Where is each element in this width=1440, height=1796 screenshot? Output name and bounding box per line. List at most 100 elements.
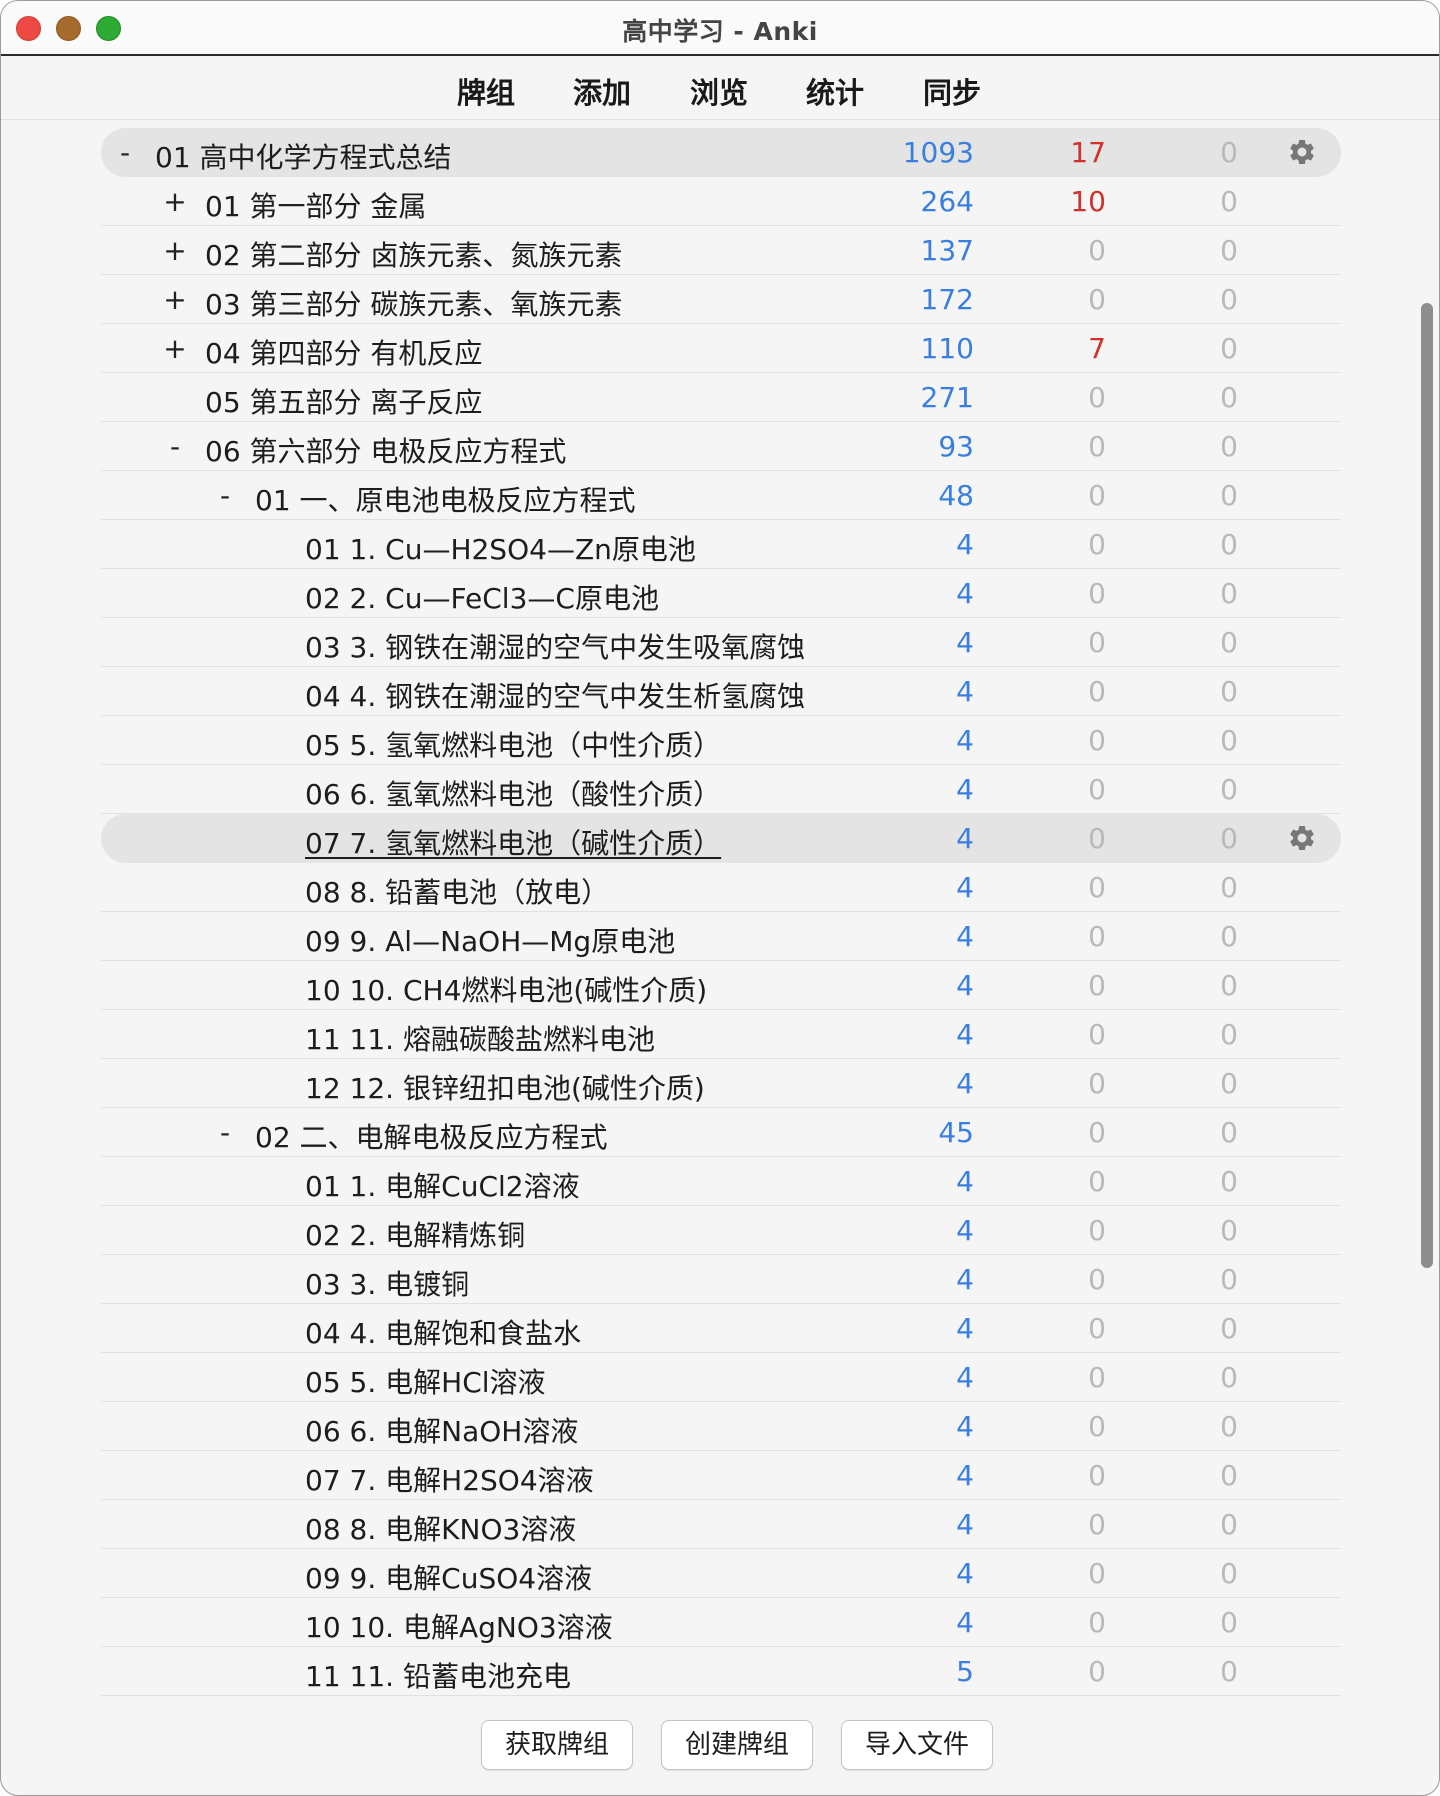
- deck-row[interactable]: 11 11. 铅蓄电池充电 5 0 0: [101, 1647, 1341, 1696]
- deck-row[interactable]: 05 5. 电解HCl溶液 4 0 0: [101, 1353, 1341, 1402]
- deck-name-link[interactable]: 08 8. 铅蓄电池（放电）: [305, 871, 609, 911]
- deck-row[interactable]: -02 二、电解电极反应方程式 45 0 0: [101, 1108, 1341, 1157]
- deck-row[interactable]: 03 3. 钢铁在潮湿的空气中发生吸氧腐蚀 4 0 0: [101, 618, 1341, 667]
- deck-row[interactable]: 04 4. 电解饱和食盐水 4 0 0: [101, 1304, 1341, 1353]
- deck-row[interactable]: 06 6. 电解NaOH溶液 4 0 0: [101, 1402, 1341, 1451]
- deck-expander[interactable]: +: [163, 185, 187, 218]
- deck-row[interactable]: 08 8. 电解KNO3溶液 4 0 0: [101, 1500, 1341, 1549]
- deck-row[interactable]: -01 一、原电池电极反应方程式 48 0 0: [101, 471, 1341, 520]
- deck-review-count: 0: [1220, 185, 1238, 218]
- deck-name-link[interactable]: 04 4. 钢铁在潮湿的空气中发生析氢腐蚀: [305, 675, 805, 715]
- gear-icon[interactable]: [1287, 823, 1317, 853]
- deck-name-link[interactable]: 01 1. 电解CuCl2溶液: [305, 1165, 580, 1205]
- deck-row[interactable]: 01 1. Cu—H2SO4—Zn原电池 4 0 0: [101, 520, 1341, 569]
- deck-review-count: 0: [1220, 1557, 1238, 1590]
- deck-expander[interactable]: -: [213, 479, 237, 512]
- deck-row[interactable]: 08 8. 铅蓄电池（放电） 4 0 0: [101, 863, 1341, 912]
- deck-row[interactable]: 01 1. 电解CuCl2溶液 4 0 0: [101, 1157, 1341, 1206]
- create-deck-button[interactable]: 创建牌组: [661, 1720, 813, 1770]
- deck-row[interactable]: 03 3. 电镀铜 4 0 0: [101, 1255, 1341, 1304]
- deck-row[interactable]: +01 第一部分 金属 264 10 0: [101, 177, 1341, 226]
- deck-review-count: 0: [1220, 626, 1238, 659]
- deck-name-link[interactable]: 09 9. Al—NaOH—Mg原电池: [305, 920, 675, 960]
- deck-name-link[interactable]: 03 3. 电镀铜: [305, 1263, 469, 1303]
- get-shared-decks-button[interactable]: 获取牌组: [481, 1720, 633, 1770]
- deck-new-count: 4: [956, 1557, 974, 1590]
- deck-name-link[interactable]: 08 8. 电解KNO3溶液: [305, 1508, 576, 1548]
- deck-name-link[interactable]: 02 第二部分 卤族元素、氮族元素: [205, 234, 622, 274]
- deck-review-count: 0: [1220, 430, 1238, 463]
- deck-row[interactable]: -06 第六部分 电极反应方程式 93 0 0: [101, 422, 1341, 471]
- gear-icon[interactable]: [1287, 137, 1317, 167]
- deck-row[interactable]: 05 5. 氢氧燃料电池（中性介质） 4 0 0: [101, 716, 1341, 765]
- deck-name-link[interactable]: 04 4. 电解饱和食盐水: [305, 1312, 581, 1352]
- deck-row[interactable]: 07 7. 氢氧燃料电池（碱性介质） 4 0 0: [101, 814, 1341, 863]
- deck-review-count: 0: [1220, 1508, 1238, 1541]
- deck-name-link[interactable]: 06 6. 氢氧燃料电池（酸性介质）: [305, 773, 721, 813]
- deck-name-link[interactable]: 07 7. 氢氧燃料电池（碱性介质）: [305, 822, 721, 862]
- toolbar-sync-link[interactable]: 同步: [923, 70, 981, 112]
- deck-row[interactable]: +03 第三部分 碳族元素、氧族元素 172 0 0: [101, 275, 1341, 324]
- deck-name-link[interactable]: 11 11. 熔融碳酸盐燃料电池: [305, 1018, 655, 1058]
- deck-review-count: 0: [1220, 1165, 1238, 1198]
- deck-name-link[interactable]: 12 12. 银锌纽扣电池(碱性介质): [305, 1067, 705, 1107]
- deck-name-link[interactable]: 06 第六部分 电极反应方程式: [205, 430, 566, 470]
- deck-row[interactable]: 07 7. 电解H2SO4溶液 4 0 0: [101, 1451, 1341, 1500]
- deck-expander[interactable]: -: [163, 430, 187, 463]
- deck-row[interactable]: 09 9. Al—NaOH—Mg原电池 4 0 0: [101, 912, 1341, 961]
- title-bar[interactable]: 高中学习 - Anki: [1, 1, 1439, 56]
- deck-name-link[interactable]: 05 第五部分 离子反应: [205, 381, 482, 421]
- toolbar-add-link[interactable]: 添加: [573, 70, 631, 112]
- toolbar-stats-link[interactable]: 统计: [806, 70, 864, 112]
- deck-learn-count: 0: [1088, 1165, 1106, 1198]
- deck-review-count: 0: [1220, 1655, 1238, 1688]
- deck-row[interactable]: 02 2. Cu—FeCl3—C原电池 4 0 0: [101, 569, 1341, 618]
- deck-name-link[interactable]: 09 9. 电解CuSO4溶液: [305, 1557, 592, 1597]
- deck-name-link[interactable]: 06 6. 电解NaOH溶液: [305, 1410, 578, 1450]
- toolbar-browse-link[interactable]: 浏览: [690, 70, 748, 112]
- deck-expander[interactable]: +: [163, 283, 187, 316]
- deck-row[interactable]: -01 高中化学方程式总结 1093 17 0: [101, 128, 1341, 177]
- deck-row[interactable]: +04 第四部分 有机反应 110 7 0: [101, 324, 1341, 373]
- deck-expander[interactable]: -: [113, 136, 137, 169]
- deck-name-link[interactable]: 02 2. Cu—FeCl3—C原电池: [305, 577, 659, 617]
- import-file-button[interactable]: 导入文件: [841, 1720, 993, 1770]
- deck-row[interactable]: 12 12. 银锌纽扣电池(碱性介质) 4 0 0: [101, 1059, 1341, 1108]
- deck-new-count: 264: [920, 185, 974, 218]
- deck-row[interactable]: +02 第二部分 卤族元素、氮族元素 137 0 0: [101, 226, 1341, 275]
- deck-row[interactable]: 09 9. 电解CuSO4溶液 4 0 0: [101, 1549, 1341, 1598]
- deck-row[interactable]: 02 2. 电解精炼铜 4 0 0: [101, 1206, 1341, 1255]
- deck-name-link[interactable]: 01 高中化学方程式总结: [155, 136, 452, 176]
- deck-name-link[interactable]: 01 1. Cu—H2SO4—Zn原电池: [305, 528, 696, 568]
- deck-new-count: 4: [956, 1214, 974, 1247]
- deck-learn-count: 0: [1088, 1067, 1106, 1100]
- deck-name-link[interactable]: 02 2. 电解精炼铜: [305, 1214, 525, 1254]
- scrollbar-thumb[interactable]: [1421, 303, 1433, 1268]
- deck-name-link[interactable]: 03 第三部分 碳族元素、氧族元素: [205, 283, 622, 323]
- toolbar-decks-link[interactable]: 牌组: [457, 70, 515, 112]
- deck-name-link[interactable]: 03 3. 钢铁在潮湿的空气中发生吸氧腐蚀: [305, 626, 805, 666]
- deck-name-link[interactable]: 02 二、电解电极反应方程式: [255, 1116, 608, 1156]
- deck-name-link[interactable]: 01 第一部分 金属: [205, 185, 426, 225]
- deck-expander[interactable]: +: [163, 234, 187, 267]
- deck-learn-count: 7: [1088, 332, 1106, 365]
- deck-row[interactable]: 10 10. 电解AgNO3溶液 4 0 0: [101, 1598, 1341, 1647]
- deck-row[interactable]: 05 第五部分 离子反应 271 0 0: [101, 373, 1341, 422]
- deck-name-link[interactable]: 05 5. 氢氧燃料电池（中性介质）: [305, 724, 721, 764]
- deck-name-link[interactable]: 01 一、原电池电极反应方程式: [255, 479, 636, 519]
- deck-row[interactable]: 10 10. CH4燃料电池(碱性介质) 4 0 0: [101, 961, 1341, 1010]
- deck-row[interactable]: 11 11. 熔融碳酸盐燃料电池 4 0 0: [101, 1010, 1341, 1059]
- deck-name-link[interactable]: 10 10. CH4燃料电池(碱性介质): [305, 969, 707, 1009]
- deck-name-link[interactable]: 07 7. 电解H2SO4溶液: [305, 1459, 594, 1499]
- deck-row[interactable]: 04 4. 钢铁在潮湿的空气中发生析氢腐蚀 4 0 0: [101, 667, 1341, 716]
- deck-review-count: 0: [1220, 1361, 1238, 1394]
- deck-expander[interactable]: -: [213, 1116, 237, 1149]
- deck-name-link[interactable]: 05 5. 电解HCl溶液: [305, 1361, 546, 1401]
- deck-name-link[interactable]: 04 第四部分 有机反应: [205, 332, 482, 372]
- deck-name-link[interactable]: 10 10. 电解AgNO3溶液: [305, 1606, 613, 1646]
- deck-name-link[interactable]: 11 11. 铅蓄电池充电: [305, 1655, 571, 1695]
- deck-expander[interactable]: +: [163, 332, 187, 365]
- deck-review-count: 0: [1220, 871, 1238, 904]
- deck-row[interactable]: 06 6. 氢氧燃料电池（酸性介质） 4 0 0: [101, 765, 1341, 814]
- deck-learn-count: 0: [1088, 1361, 1106, 1394]
